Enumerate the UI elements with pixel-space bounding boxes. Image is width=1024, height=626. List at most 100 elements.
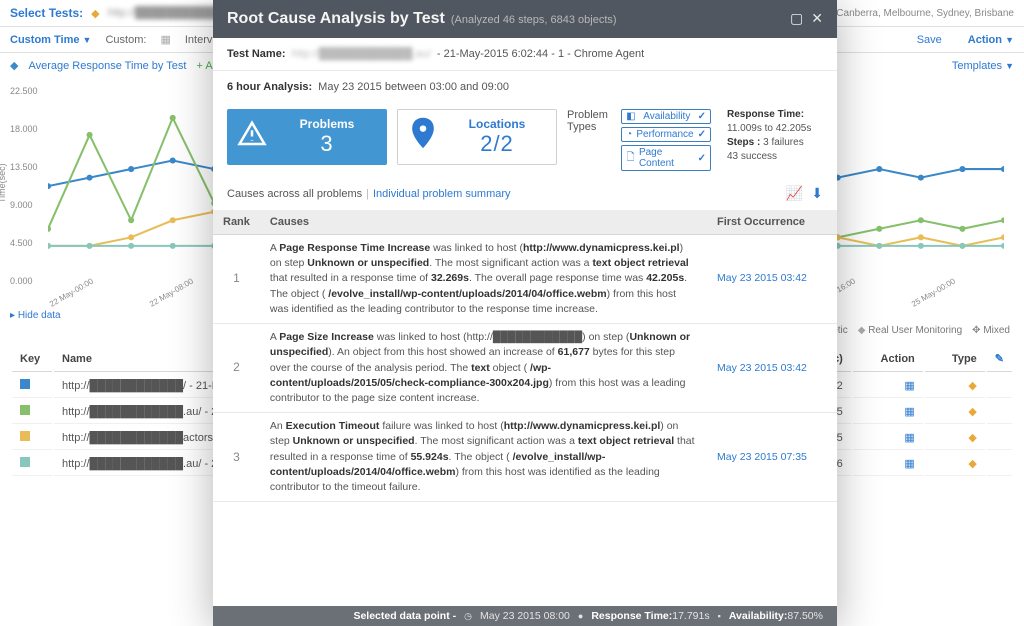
footer-time: May 23 2015 08:00 [480, 610, 570, 622]
close-icon[interactable]: ✕ [811, 10, 823, 27]
modal-title: Root Cause Analysis by Test [227, 10, 445, 28]
problems-label: Problems [300, 117, 355, 131]
col-causes: Causes [260, 210, 707, 235]
y-tick: 18.000 [10, 124, 38, 134]
footer-av-label: Availability: [729, 610, 788, 622]
download-icon[interactable]: ⬇ [811, 185, 823, 202]
key-cell [12, 400, 52, 424]
cause-cell: An Execution Timeout failure was linked … [260, 413, 707, 502]
tab-individual[interactable]: Individual problem summary [373, 188, 511, 200]
action-cell[interactable]: ▦ [853, 426, 923, 450]
chevron-down-icon: ▼ [1005, 35, 1014, 45]
cause-cell: A Page Response Time Increase was linked… [260, 235, 707, 324]
modal-footer: Selected data point - ◷ May 23 2015 08:0… [213, 606, 837, 626]
chevron-down-icon: ▼ [83, 35, 92, 45]
clock-icon: ◷ [464, 611, 472, 622]
response-stats: Response Time: 11.009s to 42.205s Steps … [727, 109, 823, 162]
stat-row: Problems 3 Locations 2/2 Problem Types [213, 103, 837, 181]
col-edit-icon[interactable]: ✎ [987, 346, 1012, 372]
x-tick: 22 May-00:00 [48, 277, 95, 309]
causes-table: Rank Causes First Occurrence 1 A Page Re… [213, 210, 837, 502]
rank-cell: 1 [213, 235, 260, 324]
locations-label: Locations [469, 117, 526, 131]
custom-time-dropdown[interactable]: Custom Time ▼ [10, 34, 91, 46]
select-tests-label[interactable]: Select Tests: [10, 6, 83, 20]
x-tick: 22 May-08:00 [148, 277, 195, 309]
problem-type-option[interactable]: ◔Performance✓ [621, 127, 711, 142]
occur-cell[interactable]: May 23 2015 03:42 [707, 324, 837, 413]
six-hour-value: May 23 2015 between 03:00 and 09:00 [318, 81, 509, 93]
chart-diamond-icon: ◆ [10, 59, 18, 72]
alert-triangle-icon [235, 119, 269, 156]
templates-dropdown[interactable]: Templates ▼ [952, 60, 1014, 72]
custom-label: Custom: [105, 34, 146, 46]
y-tick: 13.500 [10, 162, 38, 172]
problems-card[interactable]: Problems 3 [227, 109, 387, 165]
locations-count: 2/2 [480, 131, 514, 157]
rank-cell: 3 [213, 413, 260, 502]
action-dropdown[interactable]: Action ▼ [968, 34, 1014, 46]
problem-types-label: Problem Types [567, 109, 615, 171]
type-cell: ◆ [925, 400, 985, 424]
action-cell[interactable]: ▦ [853, 400, 923, 424]
test-diamond-icon: ◆ [91, 7, 99, 20]
action-cell[interactable]: ▦ [853, 452, 923, 476]
six-hour-row: 6 hour Analysis: May 23 2015 between 03:… [213, 71, 837, 103]
legend-rum: ◆ Real User Monitoring [858, 325, 962, 336]
steps-ok: 43 success [727, 151, 823, 162]
type-cell: ◆ [925, 426, 985, 450]
six-hour-label: 6 hour Analysis: [227, 81, 312, 93]
rt-label: Response Time: [727, 109, 804, 120]
modal-subtitle: (Analyzed 46 steps, 6843 objects) [451, 14, 617, 26]
modal-body: Test Name: http://████████████.au/ - 21-… [213, 38, 837, 606]
cause-row: 2 A Page Size Increase was linked to hos… [213, 324, 837, 413]
locations-card[interactable]: Locations 2/2 [397, 109, 557, 165]
occur-cell[interactable]: May 23 2015 03:42 [707, 235, 837, 324]
problems-count: 3 [320, 131, 333, 157]
footer-rt-label: Response Time: [591, 610, 672, 622]
tab-all-causes[interactable]: Causes across all problems [227, 188, 362, 200]
maximize-icon[interactable]: ▢ [790, 10, 803, 27]
col-type: Type [925, 346, 985, 372]
y-tick: 22.500 [10, 86, 38, 96]
chevron-down-icon: ▼ [1005, 61, 1014, 71]
modal-header: Root Cause Analysis by Test (Analyzed 46… [213, 0, 837, 38]
footer-av-val: 87.50% [787, 610, 823, 622]
steps-label: Steps : [727, 137, 760, 148]
type-cell: ◆ [925, 374, 985, 398]
test-name-label: Test Name: [227, 48, 285, 60]
test-name-row: Test Name: http://████████████.au/ - 21-… [213, 38, 837, 71]
footer-sel-label: Selected data point - [353, 610, 456, 622]
key-cell [12, 374, 52, 398]
key-cell [12, 426, 52, 450]
col-action: Action [853, 346, 923, 372]
problem-type-option[interactable]: 🗋Page Content✓ [621, 145, 711, 171]
legend-mixed: ✥ Mixed [972, 325, 1010, 336]
key-cell [12, 452, 52, 476]
type-cell: ◆ [925, 452, 985, 476]
col-key: Key [12, 346, 52, 372]
rank-cell: 2 [213, 324, 260, 413]
cause-cell: A Page Size Increase was linked to host … [260, 324, 707, 413]
action-cell[interactable]: ▦ [853, 374, 923, 398]
y-tick: 4.500 [10, 238, 33, 248]
col-rank: Rank [213, 210, 260, 235]
footer-rt-val: 17.791s [672, 610, 709, 622]
cause-tabs: Causes across all problems | Individual … [213, 181, 837, 210]
chart-title[interactable]: Average Response Time by Test [28, 60, 186, 72]
problem-types: Problem Types ◧Availability✓ ◔Performance… [567, 109, 717, 171]
root-cause-modal: Root Cause Analysis by Test (Analyzed 46… [213, 0, 837, 626]
problem-type-option[interactable]: ◧Availability✓ [621, 109, 711, 124]
occur-cell[interactable]: May 23 2015 07:35 [707, 413, 837, 502]
save-button[interactable]: Save [917, 34, 942, 46]
dot-icon: ● [578, 611, 583, 621]
test-name-value: http://████████████.au/ [291, 48, 430, 60]
rt-value: 11.009s to 42.205s [727, 123, 823, 134]
steps-fail: 3 failures [763, 137, 804, 148]
calendar-icon[interactable]: ▦ [160, 33, 170, 46]
cause-row: 1 A Page Response Time Increase was link… [213, 235, 837, 324]
chart-icon[interactable]: 📈 [786, 185, 803, 202]
y-tick: 0.000 [10, 276, 33, 286]
col-first-occur: First Occurrence [707, 210, 837, 235]
test-name-suffix: - 21-May-2015 6:02:44 - 1 - Chrome Agent [437, 48, 644, 60]
